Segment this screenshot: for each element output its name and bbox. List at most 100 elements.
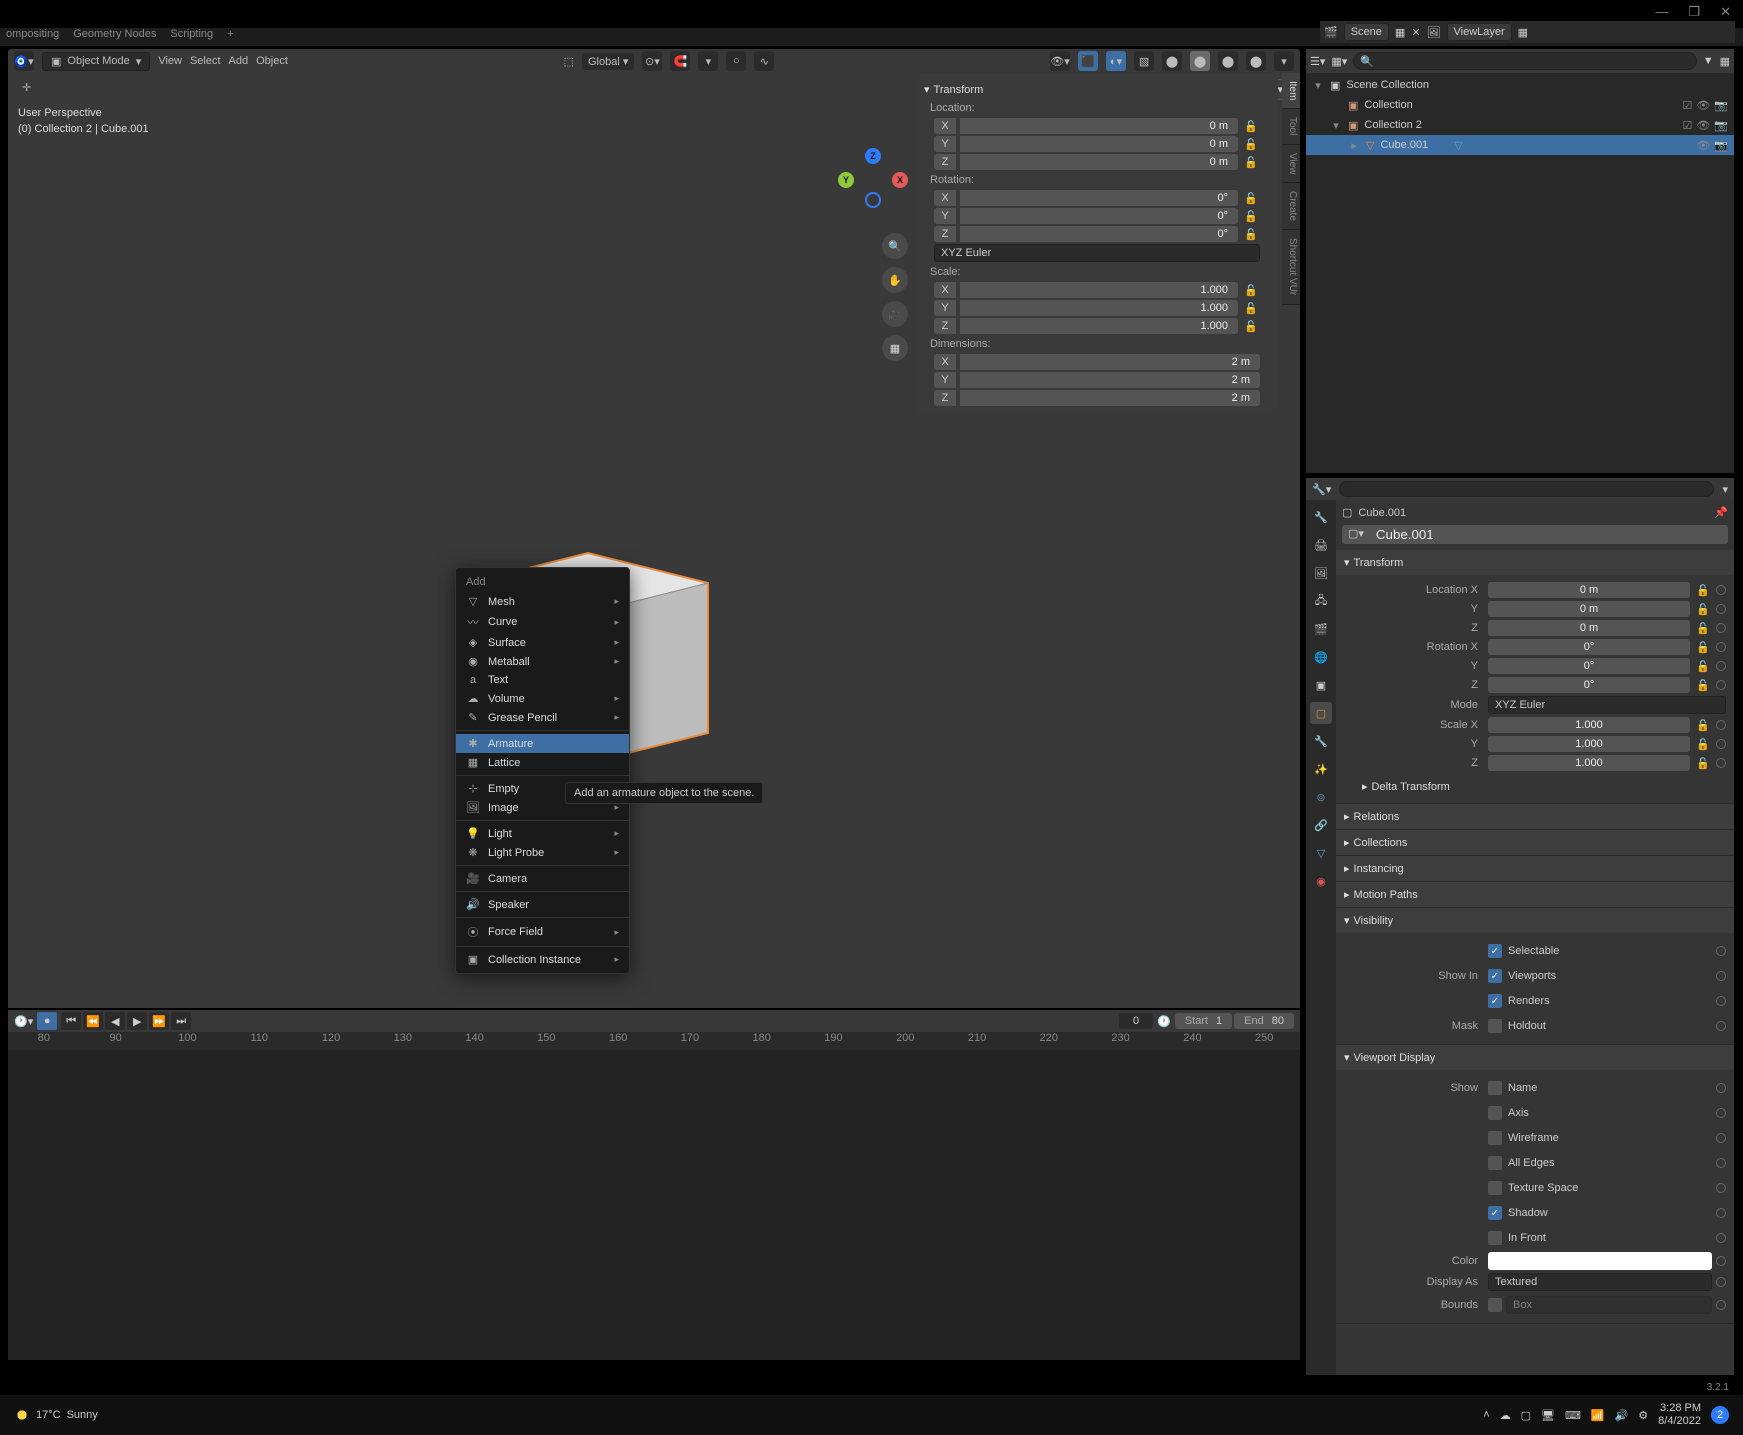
add-lattice[interactable]: ▦Lattice [456, 753, 629, 772]
interaction-mode[interactable]: ▣ Object Mode ▾ [42, 52, 150, 71]
add-curve[interactable]: 〰Curve▸ [456, 611, 629, 633]
close-button[interactable]: ✕ [1720, 4, 1731, 14]
menu-view[interactable]: View [158, 55, 182, 67]
lock-icon[interactable]: 🔓 [1694, 584, 1712, 597]
prop-loc-z[interactable]: 0 m [1488, 620, 1690, 636]
zoom-icon[interactable]: 🔍 [882, 233, 908, 259]
outliner-cube[interactable]: ▸ ▽ Cube.001 ▽ 👁📷 [1306, 135, 1734, 155]
proportional-icon[interactable]: ○ [726, 51, 746, 71]
orientation-select[interactable]: Global ▾ [582, 53, 634, 70]
panel-motion-paths[interactable]: ▸Motion Paths [1336, 882, 1734, 907]
cursor-tool-icon[interactable]: ✛ [22, 81, 31, 94]
play-button[interactable]: ▶ [127, 1012, 147, 1030]
dim-x-field[interactable]: 2 m [960, 354, 1260, 370]
clock[interactable]: 3:28 PM 8/4/2022 [1658, 1402, 1701, 1428]
npanel-tab-create[interactable]: Create [1282, 183, 1300, 230]
add-text[interactable]: aText [456, 671, 629, 689]
play-reverse-button[interactable]: ◀ [105, 1012, 125, 1030]
lock-icon[interactable]: 🔓 [1242, 192, 1260, 205]
camera-view-icon[interactable]: 🎥 [882, 301, 908, 327]
bounds-checkbox[interactable] [1488, 1298, 1502, 1312]
editor-type-icon[interactable]: ☰▾ [1310, 55, 1325, 68]
show-wireframe-checkbox[interactable] [1488, 1131, 1502, 1145]
add-camera[interactable]: 🎥Camera [456, 869, 629, 888]
panel-instancing[interactable]: ▸Instancing [1336, 856, 1734, 881]
jump-end-button[interactable]: ⏭ [171, 1012, 191, 1030]
prop-rot-z[interactable]: 0° [1488, 677, 1690, 693]
maximize-button[interactable]: ❐ [1688, 4, 1700, 14]
properties-search[interactable] [1339, 481, 1714, 497]
lock-icon[interactable]: 🔓 [1242, 228, 1260, 241]
axis-gizmo[interactable]: Z Y X [838, 148, 908, 218]
scale-x-field[interactable]: 1.000 [960, 282, 1238, 298]
disclosure-triangle-icon[interactable]: ▸ [1348, 139, 1360, 152]
prop-loc-x[interactable]: 0 m [1488, 582, 1690, 598]
shading-dropdown-icon[interactable]: ▾ [1274, 51, 1294, 71]
add-surface[interactable]: ◈Surface▸ [456, 633, 629, 652]
ptab-world[interactable]: 🌐 [1310, 646, 1332, 668]
snap-target-icon[interactable]: ▾ [698, 51, 718, 71]
viewlayer-name-field[interactable]: ViewLayer [1447, 23, 1512, 41]
menu-select[interactable]: Select [190, 55, 221, 67]
prop-rot-x[interactable]: 0° [1488, 639, 1690, 655]
axis-y[interactable]: Y [838, 172, 854, 188]
show-infront-checkbox[interactable] [1488, 1231, 1502, 1245]
breadcrumb-object[interactable]: Cube.001 [1358, 507, 1406, 519]
axis-z[interactable]: Z [865, 148, 881, 164]
object-color-swatch[interactable] [1488, 1252, 1712, 1270]
outliner-search[interactable]: 🔍 [1353, 52, 1696, 70]
outliner-collection[interactable]: ▣ Collection ☑👁📷 [1306, 95, 1734, 115]
eye-icon[interactable]: 👁 [1696, 99, 1710, 112]
holdout-checkbox[interactable] [1488, 1019, 1502, 1033]
editor-type-icon[interactable]: 🕐▾ [14, 1015, 33, 1028]
axis-neg-z[interactable] [865, 192, 881, 208]
lock-icon[interactable]: 🔓 [1242, 138, 1260, 151]
panel-relations[interactable]: ▸Relations [1336, 804, 1734, 829]
tab-geometry-nodes[interactable]: Geometry Nodes [73, 28, 156, 46]
render-icon[interactable]: 📷 [1714, 119, 1728, 132]
weather-widget[interactable]: 17°C Sunny [14, 1407, 98, 1423]
lock-icon[interactable]: 🔓 [1242, 210, 1260, 223]
loc-z-field[interactable]: 0 m [960, 154, 1238, 170]
npanel-tab-tool[interactable]: Tool [1282, 109, 1300, 144]
show-name-checkbox[interactable] [1488, 1081, 1502, 1095]
lock-icon[interactable]: 🔓 [1694, 641, 1712, 654]
rot-x-field[interactable]: 0° [960, 190, 1238, 206]
ptab-collection[interactable]: ▣ [1310, 674, 1332, 696]
scene-browse-icon[interactable]: ▦ [1395, 26, 1405, 39]
shading-matprev-icon[interactable]: ⬤ [1218, 51, 1238, 71]
render-icon[interactable]: 📷 [1714, 99, 1728, 112]
prop-loc-y[interactable]: 0 m [1488, 601, 1690, 617]
menu-object[interactable]: Object [256, 55, 288, 67]
ptab-render[interactable]: 🖨 [1310, 534, 1332, 556]
chevron-down-icon[interactable]: ▾ [1344, 1051, 1350, 1064]
editor-type-icon[interactable]: 🧿▾ [14, 51, 34, 71]
tab-compositing[interactable]: ompositing [6, 28, 59, 46]
ptab-viewlayer[interactable]: 🖧 [1310, 590, 1332, 612]
viewports-checkbox[interactable]: ✓ [1488, 969, 1502, 983]
prop-scale-x[interactable]: 1.000 [1488, 717, 1690, 733]
wifi-icon[interactable]: 📶 [1591, 1409, 1605, 1422]
start-frame-field[interactable]: Start1 [1175, 1013, 1232, 1029]
add-speaker[interactable]: 🔊Speaker [456, 895, 629, 914]
disclosure-triangle-icon[interactable]: ▾ [1330, 119, 1342, 132]
ptab-constraints[interactable]: 🔗 [1310, 814, 1332, 836]
selectable-checkbox[interactable]: ✓ [1488, 944, 1502, 958]
ptab-data[interactable]: ▽ [1310, 842, 1332, 864]
eye-icon[interactable]: 👁 [1696, 119, 1710, 132]
ptab-physics[interactable]: ⊚ [1310, 786, 1332, 808]
tray-chevron-icon[interactable]: ˄ [1483, 1409, 1489, 1421]
ptab-tool[interactable]: 🔧 [1310, 506, 1332, 528]
timeline-ruler[interactable]: 8090100 110120130 140150160 170180190 20… [8, 1032, 1300, 1050]
xray-icon[interactable]: ▧ [1134, 51, 1154, 71]
disclosure-triangle-icon[interactable]: ▾ [1312, 79, 1324, 92]
add-light-probe[interactable]: ❋Light Probe▸ [456, 843, 629, 862]
object-name-field[interactable] [1370, 525, 1728, 544]
overlay-toggle-icon[interactable]: ◐▾ [1106, 51, 1126, 71]
scene-name-field[interactable]: Scene [1344, 23, 1389, 41]
show-texspace-checkbox[interactable] [1488, 1181, 1502, 1195]
pivot-icon[interactable]: ⊙▾ [642, 51, 662, 71]
filter-icon[interactable]: ▼ [1703, 55, 1714, 67]
prev-keyframe-button[interactable]: ⏪ [83, 1012, 103, 1030]
jump-start-button[interactable]: ⏮ [61, 1012, 81, 1030]
